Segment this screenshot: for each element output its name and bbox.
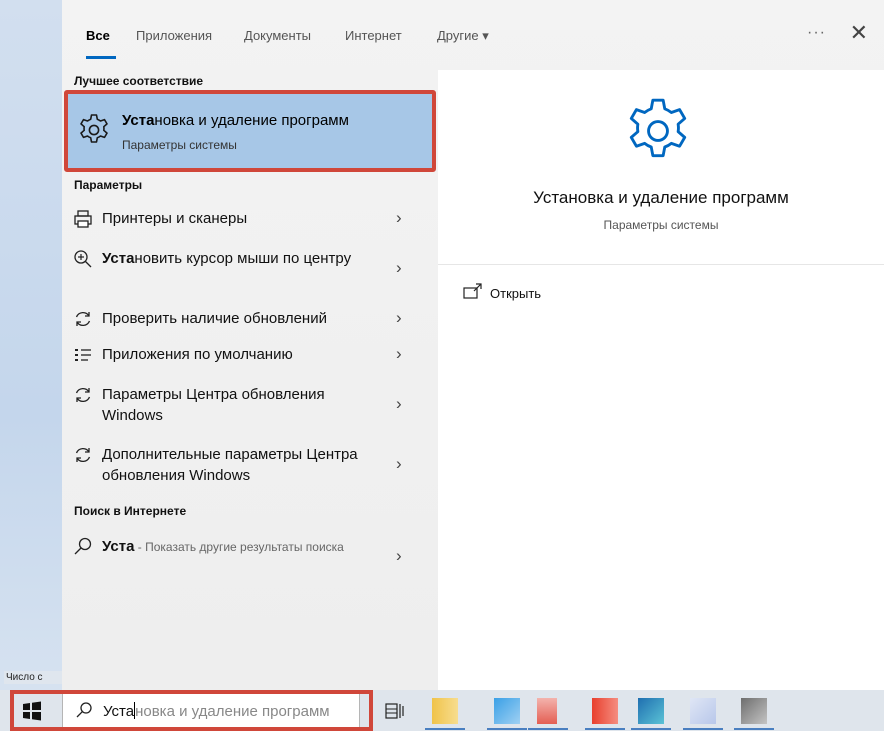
taskbar-app-icon[interactable] (537, 698, 557, 724)
label-rest: Параметры Центра обновления Windows (102, 386, 325, 424)
preview-subtitle: Параметры системы (603, 218, 719, 232)
settings-item-update-settings[interactable]: Параметры Центра обновления Windows › (68, 384, 430, 428)
taskbar-app-icon[interactable] (741, 698, 767, 724)
chevron-right-icon: › (396, 546, 402, 565)
match-part: Уста (102, 250, 135, 267)
printer-icon (74, 210, 92, 228)
best-match-header: Лучшее соответствие (74, 74, 204, 88)
task-view-icon[interactable] (384, 701, 404, 721)
gear-icon (629, 98, 687, 158)
settings-item-cursor-center[interactable]: Установить курсор мыши по центру › (68, 248, 430, 292)
running-app-indicator (631, 728, 671, 730)
running-app-indicator (683, 728, 723, 730)
chevron-right-icon: › (396, 258, 402, 277)
web-search-header: Поиск в Интернете (74, 504, 187, 518)
taskbar-app-icon[interactable] (592, 698, 618, 724)
settings-item-label: Приложения по умолчанию (102, 344, 362, 365)
refresh-icon (75, 311, 91, 327)
taskbar-app-icon[interactable] (638, 698, 664, 724)
settings-item-label: Проверить наличие обновлений (102, 308, 362, 329)
settings-item-label: Дополнительные параметры Центра обновлен… (102, 444, 362, 486)
label-rest: Приложения по умолчанию (102, 346, 293, 363)
tab-other[interactable]: Другие ▾ (437, 28, 489, 44)
title-rest-part: новка и удаление программ (154, 112, 349, 129)
tab-internet[interactable]: Интернет (345, 28, 402, 43)
running-app-indicator (585, 728, 625, 730)
search-text: Установка и удаление программ (103, 702, 330, 720)
chevron-right-icon: › (396, 394, 402, 413)
open-icon (463, 283, 482, 299)
results-list: Лучшее соответствие Установка и удаление… (62, 70, 438, 690)
taskbar-app-icon[interactable] (432, 698, 458, 724)
settings-item-default-apps[interactable]: Приложения по умолчанию › (68, 344, 430, 368)
title-match-part: Уста (122, 112, 155, 129)
best-match-title: Установка и удаление программ (122, 112, 349, 129)
taskbar-search-input[interactable]: Установка и удаление программ (62, 692, 360, 728)
windows-start-icon[interactable] (22, 701, 42, 721)
settings-header: Параметры (74, 178, 143, 192)
running-app-indicator (487, 728, 527, 730)
preview-header: Установка и удаление программ Параметры … (438, 70, 884, 265)
web-search-label: Уста - Показать другие результаты поиска (102, 536, 362, 558)
zoom-icon (74, 250, 92, 268)
settings-item-label: Установить курсор мыши по центру (102, 248, 362, 269)
chevron-right-icon: › (396, 344, 402, 363)
web-query: Уста (102, 538, 135, 555)
settings-item-label: Параметры Центра обновления Windows (102, 384, 362, 426)
label-rest: новить курсор мыши по центру (134, 250, 352, 267)
close-button[interactable]: ✕ (850, 20, 868, 46)
chevron-right-icon: › (396, 308, 402, 327)
taskbar: Установка и удаление программ (0, 690, 884, 731)
web-rest: - Показать другие результаты поиска (134, 540, 344, 554)
search-autocomplete-text: новка и удаление программ (135, 703, 330, 720)
refresh-icon (75, 447, 91, 463)
search-icon (74, 537, 92, 555)
settings-item-label: Принтеры и сканеры (102, 208, 362, 229)
tab-documents[interactable]: Документы (244, 28, 311, 43)
label-rest: Принтеры и сканеры (102, 210, 248, 227)
gear-icon (80, 114, 108, 143)
label-rest: Проверить наличие обновлений (102, 310, 327, 327)
settings-item-advanced-update[interactable]: Дополнительные параметры Центра обновлен… (68, 444, 430, 488)
preview-title: Установка и удаление программ (533, 188, 789, 207)
settings-item-printers[interactable]: Принтеры и сканеры › (68, 208, 430, 232)
list-icon (75, 349, 91, 361)
taskbar-app-icon[interactable] (690, 698, 716, 724)
best-match-subtitle: Параметры системы (122, 138, 237, 152)
status-snippet: Число с (4, 671, 62, 684)
running-app-indicator (734, 728, 774, 730)
settings-item-check-updates[interactable]: Проверить наличие обновлений › (68, 308, 430, 332)
web-search-item[interactable]: Уста - Показать другие результаты поиска… (68, 536, 430, 580)
taskbar-app-icon[interactable] (494, 698, 520, 724)
open-action-label: Открыть (490, 286, 542, 301)
chevron-right-icon: › (396, 454, 402, 473)
running-app-indicator (425, 728, 465, 730)
active-tab-indicator (86, 56, 116, 59)
tab-apps[interactable]: Приложения (136, 28, 212, 43)
search-tabs: Все Приложения Документы Интернет Другие… (62, 0, 884, 70)
label-rest: Дополнительные параметры Центра обновлен… (102, 446, 358, 484)
preview-pane: Установка и удаление программ Параметры … (438, 70, 884, 690)
desktop-background (0, 0, 62, 690)
chevron-right-icon: › (396, 208, 402, 227)
refresh-icon (75, 387, 91, 403)
tab-all[interactable]: Все (86, 28, 110, 43)
best-match-item[interactable]: Установка и удаление программ Параметры … (68, 94, 432, 168)
search-flyout: Все Приложения Документы Интернет Другие… (62, 0, 884, 690)
running-app-indicator (528, 728, 568, 730)
search-typed-text: Уста (103, 703, 135, 720)
more-options-button[interactable]: ··· (807, 24, 826, 42)
search-icon (76, 702, 92, 718)
